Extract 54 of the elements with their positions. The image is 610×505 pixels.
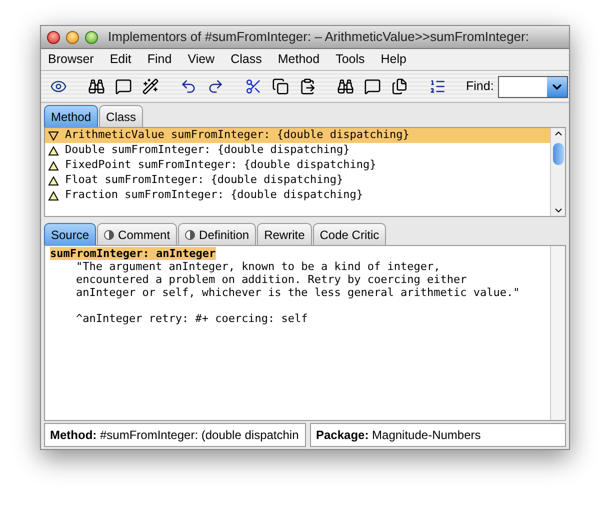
code-line: encountered a problem on addition. Retry by coercing either (75, 273, 467, 286)
minimize-button[interactable] (66, 30, 79, 44)
tab[interactable]: Rewrite (257, 223, 312, 245)
code-line: "The argument anInteger, known to be a kind of integer, (75, 260, 440, 273)
redo-icon[interactable] (206, 78, 224, 96)
tab[interactable]: Class (99, 105, 144, 127)
method-row[interactable]: FixedPoint sumFromInteger: {double dispatching} (45, 158, 550, 173)
cut-icon[interactable] (244, 78, 262, 96)
method-name: FixedPoint sumFromInteger: {double dispatching} (65, 157, 376, 174)
speech-bubble-icon[interactable] (114, 78, 132, 96)
menu-item[interactable]: Help (380, 50, 406, 69)
triangle-icon (48, 146, 59, 156)
scrollbar[interactable] (550, 128, 565, 216)
tab[interactable]: Code Critic (312, 223, 386, 245)
binoculars-icon[interactable] (87, 78, 105, 96)
menu-item[interactable]: Find (147, 50, 172, 69)
code-line: anInteger or self, whichever is the less general arithmetic value." (75, 286, 520, 299)
menu-item[interactable]: View (188, 50, 215, 69)
status-field: Method: #sumFromInteger: (double dispatchin (44, 423, 306, 447)
find-label: Find: (466, 78, 494, 96)
method-name: Fraction sumFromInteger: {double dispatching} (65, 187, 364, 204)
method-name: Float sumFromInteger: {double dispatching} (65, 172, 344, 188)
method-row[interactable]: Float sumFromInteger: {double dispatching} (45, 173, 550, 188)
menu-item[interactable]: Browser (48, 50, 94, 69)
triangle-icon (48, 130, 59, 140)
zoom-button[interactable] (85, 30, 98, 44)
menu-item[interactable]: Method (278, 50, 320, 69)
method-row[interactable]: Double sumFromInteger: {double dispatching} (45, 143, 550, 158)
close-button[interactable] (47, 30, 60, 44)
paste-icon[interactable] (298, 78, 316, 96)
copy-icon[interactable] (271, 78, 289, 96)
menu-item[interactable]: Edit (110, 50, 132, 69)
code-line: ^anInteger retry: #+ coercing: self (75, 312, 308, 325)
tab[interactable]: Method (44, 105, 98, 127)
format-list-icon[interactable] (428, 78, 446, 96)
method-name: Double sumFromInteger: {double dispatching} (65, 142, 350, 158)
triangle-icon (48, 190, 59, 200)
window-title: Implementors of #sumFromInteger: – ArithmeticValue>>sumFromInteger: (108, 28, 529, 46)
method-row[interactable]: ArithmeticValue sumFromInteger: {double dispatching} (45, 128, 550, 143)
menu-item[interactable]: Tools (336, 50, 365, 69)
tab[interactable]: Definition (178, 223, 256, 245)
magic-wand-icon[interactable] (141, 78, 159, 96)
triangle-icon (48, 160, 59, 170)
find-field[interactable] (498, 76, 568, 98)
scrollbar[interactable] (550, 246, 565, 420)
scroll-thumb[interactable] (552, 143, 564, 165)
triangle-icon (48, 176, 59, 186)
method-row[interactable]: Fraction sumFromInteger: {double dispatching} (45, 188, 550, 203)
undo-icon[interactable] (179, 78, 197, 96)
tab[interactable]: Source (44, 223, 96, 245)
method-name: ArithmeticValue sumFromInteger: {double dispatching} (65, 127, 410, 144)
status-field: Package: Magnitude-Numbers (310, 423, 566, 447)
tab[interactable]: Comment (97, 223, 178, 245)
menu-item[interactable]: Class (230, 50, 262, 69)
